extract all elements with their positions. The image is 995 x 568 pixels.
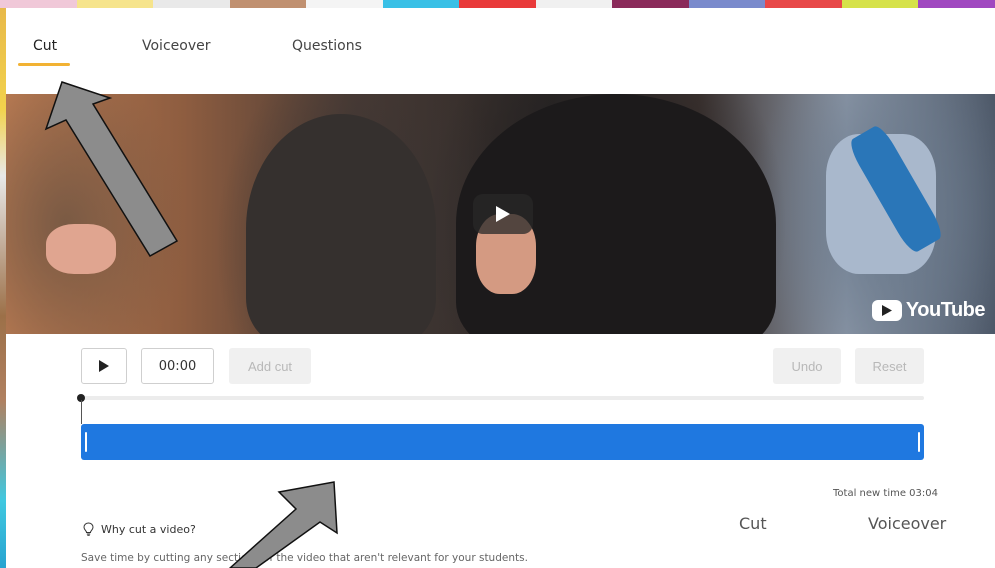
active-tab-indicator bbox=[18, 63, 70, 66]
play-icon bbox=[99, 360, 109, 372]
why-cut-description: Save time by cutting any sections of the… bbox=[81, 552, 528, 564]
timeline-scrubber-track[interactable] bbox=[81, 396, 924, 400]
playhead-line bbox=[81, 400, 82, 424]
background-color-strip bbox=[0, 0, 995, 8]
play-icon bbox=[496, 206, 510, 222]
undo-button[interactable]: Undo bbox=[773, 348, 841, 384]
clip-end-handle[interactable] bbox=[918, 432, 920, 452]
why-cut-title: Why cut a video? bbox=[101, 522, 196, 536]
youtube-logo[interactable]: YouTube bbox=[871, 299, 986, 322]
lightbulb-icon bbox=[83, 522, 94, 536]
video-editor-panel: Cut Voiceover Questions YouTube 00:00 Ad… bbox=[6, 8, 995, 568]
reset-button[interactable]: Reset bbox=[855, 348, 924, 384]
video-scene-figure bbox=[46, 224, 116, 274]
editor-tabs: Cut Voiceover Questions bbox=[6, 8, 995, 94]
secondary-tab-voiceover[interactable]: Voiceover bbox=[868, 514, 946, 533]
video-scene-figure bbox=[246, 114, 436, 334]
video-clip-segment[interactable] bbox=[81, 424, 924, 460]
current-time-input[interactable]: 00:00 bbox=[141, 348, 214, 384]
tab-voiceover[interactable]: Voiceover bbox=[142, 38, 210, 54]
why-cut-heading: Why cut a video? bbox=[83, 522, 196, 536]
tab-cut[interactable]: Cut bbox=[33, 38, 57, 54]
tab-questions[interactable]: Questions bbox=[292, 38, 362, 54]
youtube-play-icon bbox=[871, 300, 902, 321]
timeline-play-button[interactable] bbox=[81, 348, 127, 384]
add-cut-button[interactable]: Add cut bbox=[229, 348, 311, 384]
youtube-wordmark: YouTube bbox=[905, 299, 986, 321]
total-new-time: Total new time 03:04 bbox=[833, 488, 938, 499]
secondary-tab-cut[interactable]: Cut bbox=[739, 514, 767, 533]
clip-start-handle[interactable] bbox=[85, 432, 87, 452]
video-player[interactable]: YouTube bbox=[6, 94, 995, 334]
video-play-button[interactable] bbox=[473, 194, 533, 234]
